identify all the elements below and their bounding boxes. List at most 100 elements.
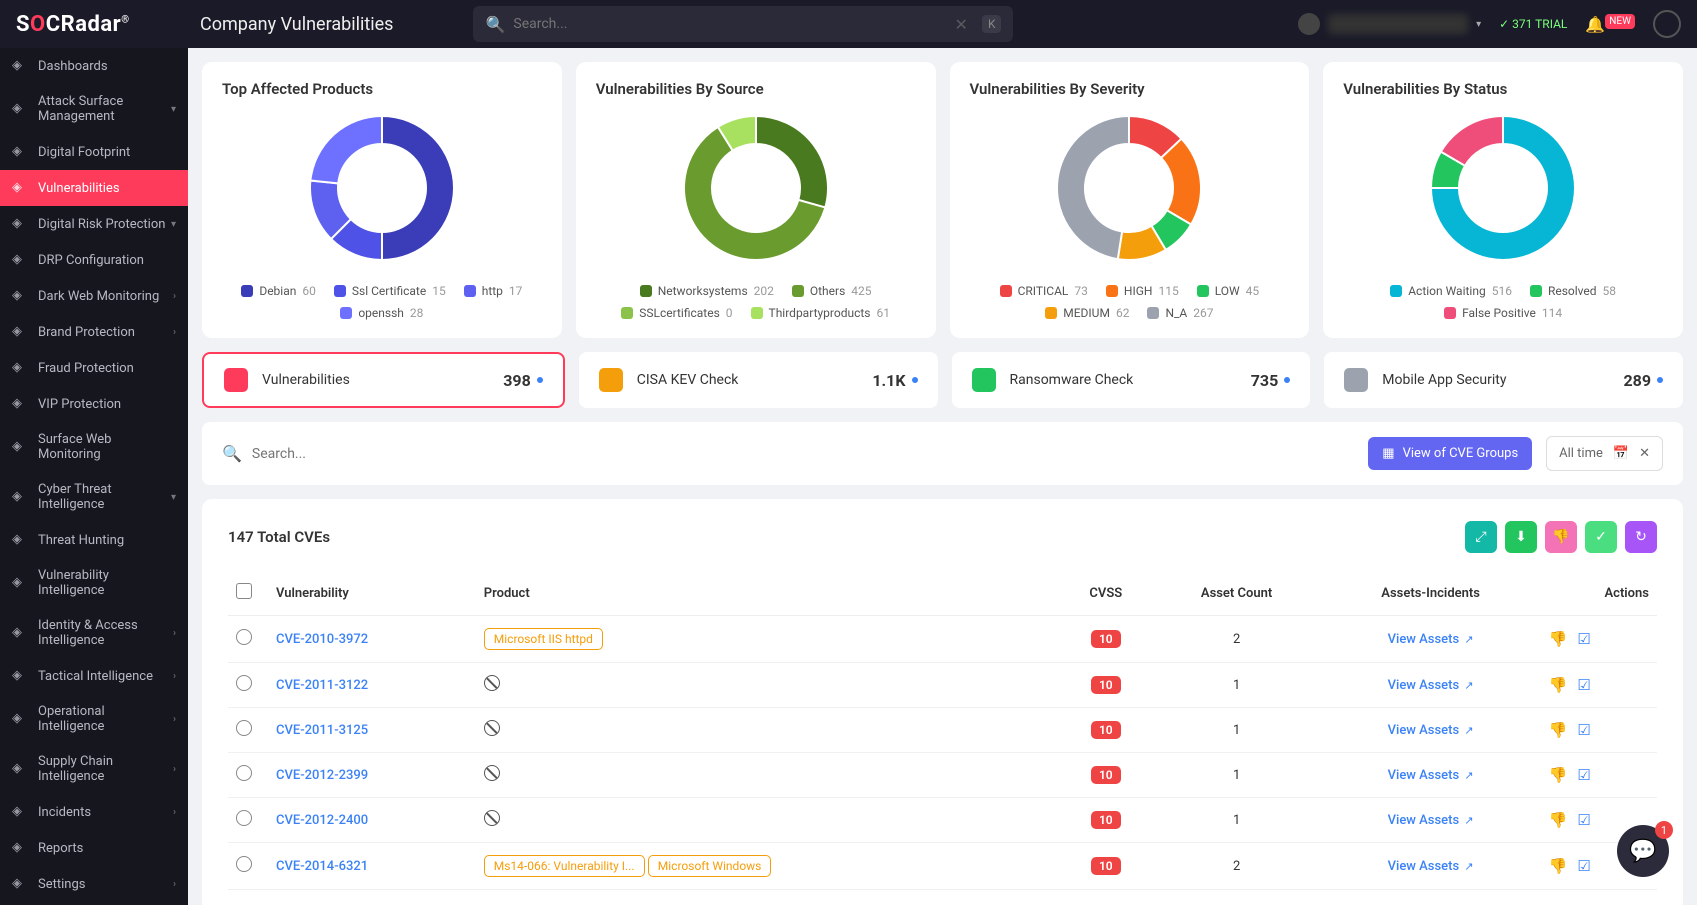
top-search-input[interactable]: [513, 16, 954, 32]
cve-search-input[interactable]: [252, 446, 1354, 462]
cve-link[interactable]: CVE-2011-3125: [276, 723, 368, 738]
cve-link[interactable]: CVE-2014-6321: [276, 859, 368, 874]
thumbs-down-icon[interactable]: 👎: [1549, 811, 1568, 829]
info-dot-icon[interactable]: [537, 377, 543, 383]
view-assets-link[interactable]: View Assets ↗: [1388, 813, 1474, 828]
sidebar-item-tactical-intelligence[interactable]: ◈ Tactical Intelligence ›: [0, 658, 188, 694]
tile-cisa-kev-check[interactable]: CISA KEV Check 1.1K: [579, 352, 938, 408]
logo[interactable]: SOCRadar®: [16, 12, 188, 37]
legend-item[interactable]: Thirdpartyproducts 61: [751, 306, 890, 320]
row-checkbox[interactable]: [236, 810, 252, 826]
sidebar-item-incidents[interactable]: ◈ Incidents ›: [0, 794, 188, 830]
row-checkbox[interactable]: [236, 675, 252, 691]
view-assets-link[interactable]: View Assets ↗: [1388, 768, 1474, 783]
thumbs-down-icon[interactable]: 👎: [1549, 676, 1568, 694]
table-action-button-2[interactable]: 👎: [1545, 521, 1577, 553]
legend-item[interactable]: Ssl Certificate 15: [334, 284, 446, 298]
tile-ransomware-check[interactable]: Ransomware Check 735: [952, 352, 1311, 408]
sidebar-item-vip-protection[interactable]: ◈ VIP Protection: [0, 386, 188, 422]
table-action-button-1[interactable]: ⬇: [1505, 521, 1537, 553]
notification-icon[interactable]: 🔔NEW: [1585, 15, 1635, 34]
check-icon[interactable]: ☑: [1577, 721, 1590, 739]
view-assets-link[interactable]: View Assets ↗: [1388, 859, 1474, 874]
sidebar-item-dark-web-monitoring[interactable]: ◈ Dark Web Monitoring ›: [0, 278, 188, 314]
cve-link[interactable]: CVE-2010-3972: [276, 632, 368, 647]
sidebar-item-digital-risk-protection[interactable]: ◈ Digital Risk Protection ▾: [0, 206, 188, 242]
sidebar-item-supply-chain-intelligence[interactable]: ◈ Supply Chain Intelligence ›: [0, 744, 188, 794]
view-assets-link[interactable]: View Assets ↗: [1388, 678, 1474, 693]
legend-item[interactable]: LOW 45: [1197, 284, 1259, 298]
sidebar-item-drp-configuration[interactable]: ◈ DRP Configuration: [0, 242, 188, 278]
legend-item[interactable]: Resolved 58: [1530, 284, 1616, 298]
product-tag[interactable]: Ms14-066: Vulnerability I...: [484, 855, 645, 877]
row-checkbox[interactable]: [236, 856, 252, 872]
sidebar-item-cyber-threat-intelligence[interactable]: ◈ Cyber Threat Intelligence ▾: [0, 472, 188, 522]
tile-vulnerabilities[interactable]: Vulnerabilities 398: [202, 352, 565, 408]
info-dot-icon[interactable]: [912, 377, 918, 383]
sidebar-item-settings[interactable]: ◈ Settings ›: [0, 866, 188, 902]
info-dot-icon[interactable]: [1657, 377, 1663, 383]
table-action-button-0[interactable]: ⤢: [1465, 521, 1497, 553]
view-assets-link[interactable]: View Assets ↗: [1388, 632, 1474, 647]
clear-icon[interactable]: ✕: [955, 15, 968, 34]
legend-item[interactable]: N_A 267: [1147, 306, 1213, 320]
row-checkbox[interactable]: [236, 629, 252, 645]
col-assets-incidents[interactable]: Assets-Incidents: [1321, 571, 1541, 616]
cve-link[interactable]: CVE-2012-2399: [276, 768, 368, 783]
legend-item[interactable]: CRITICAL 73: [1000, 284, 1088, 298]
check-icon[interactable]: ☑: [1577, 676, 1590, 694]
legend-item[interactable]: http 17: [464, 284, 523, 298]
col-cvss[interactable]: CVSS: [1059, 571, 1153, 616]
legend-item[interactable]: openssh 28: [340, 306, 423, 320]
clear-icon[interactable]: ✕: [1639, 446, 1650, 461]
legend-item[interactable]: Networksystems 202: [640, 284, 774, 298]
legend-item[interactable]: Action Waiting 516: [1390, 284, 1512, 298]
sidebar-item-reports[interactable]: ◈ Reports: [0, 830, 188, 866]
select-all-checkbox[interactable]: [236, 583, 252, 599]
sidebar-item-brand-protection[interactable]: ◈ Brand Protection ›: [0, 314, 188, 350]
sidebar-item-vulnerabilities[interactable]: ◈ Vulnerabilities: [0, 170, 188, 206]
chat-fab[interactable]: 💬 1: [1617, 825, 1669, 877]
product-tag[interactable]: Microsoft Windows: [648, 855, 772, 877]
sidebar-item-fraud-protection[interactable]: ◈ Fraud Protection: [0, 350, 188, 386]
sidebar-item-operational-intelligence[interactable]: ◈ Operational Intelligence ›: [0, 694, 188, 744]
col-vulnerability[interactable]: Vulnerability: [268, 571, 476, 616]
check-icon[interactable]: ☑: [1577, 857, 1590, 875]
thumbs-down-icon[interactable]: 👎: [1549, 630, 1568, 648]
top-search[interactable]: 🔍 ✕ K: [473, 6, 1013, 42]
check-icon[interactable]: ☑: [1577, 630, 1590, 648]
check-icon[interactable]: ☑: [1577, 811, 1590, 829]
sidebar-item-vulnerability-intelligence[interactable]: ◈ Vulnerability Intelligence: [0, 558, 188, 608]
company-selector[interactable]: ▾: [1298, 13, 1481, 35]
legend-item[interactable]: HIGH 115: [1106, 284, 1179, 298]
time-filter[interactable]: All time 📅 ✕: [1546, 436, 1663, 471]
legend-item[interactable]: MEDIUM 62: [1045, 306, 1129, 320]
legend-item[interactable]: Debian 60: [241, 284, 316, 298]
info-dot-icon[interactable]: [1284, 377, 1290, 383]
check-icon[interactable]: ☑: [1577, 766, 1590, 784]
sidebar-item-dashboards[interactable]: ◈ Dashboards: [0, 48, 188, 84]
thumbs-down-icon[interactable]: 👎: [1549, 857, 1568, 875]
sidebar-item-digital-footprint[interactable]: ◈ Digital Footprint: [0, 134, 188, 170]
view-cve-groups-button[interactable]: ▦ View of CVE Groups: [1368, 437, 1532, 470]
legend-item[interactable]: Others 425: [792, 284, 872, 298]
cve-link[interactable]: CVE-2012-2400: [276, 813, 368, 828]
row-checkbox[interactable]: [236, 765, 252, 781]
col-asset-count[interactable]: Asset Count: [1153, 571, 1321, 616]
view-assets-link[interactable]: View Assets ↗: [1388, 723, 1474, 738]
legend-item[interactable]: SSLcertificates 0: [621, 306, 732, 320]
legend-item[interactable]: False Positive 114: [1444, 306, 1562, 320]
sidebar-item-threat-hunting[interactable]: ◈ Threat Hunting: [0, 522, 188, 558]
row-checkbox[interactable]: [236, 720, 252, 736]
product-tag[interactable]: Microsoft IIS httpd: [484, 628, 603, 650]
thumbs-down-icon[interactable]: 👎: [1549, 766, 1568, 784]
cve-link[interactable]: CVE-2011-3122: [276, 678, 368, 693]
tile-mobile-app-security[interactable]: Mobile App Security 289: [1324, 352, 1683, 408]
sidebar-item-surface-web-monitoring[interactable]: ◈ Surface Web Monitoring: [0, 422, 188, 472]
col-product[interactable]: Product: [476, 571, 1059, 616]
table-action-button-4[interactable]: ↻: [1625, 521, 1657, 553]
refresh-icon[interactable]: [1653, 10, 1681, 38]
sidebar-item-identity-access-intelligence[interactable]: ◈ Identity & Access Intelligence ›: [0, 608, 188, 658]
thumbs-down-icon[interactable]: 👎: [1549, 721, 1568, 739]
sidebar-item-attack-surface-management[interactable]: ◈ Attack Surface Management ▾: [0, 84, 188, 134]
